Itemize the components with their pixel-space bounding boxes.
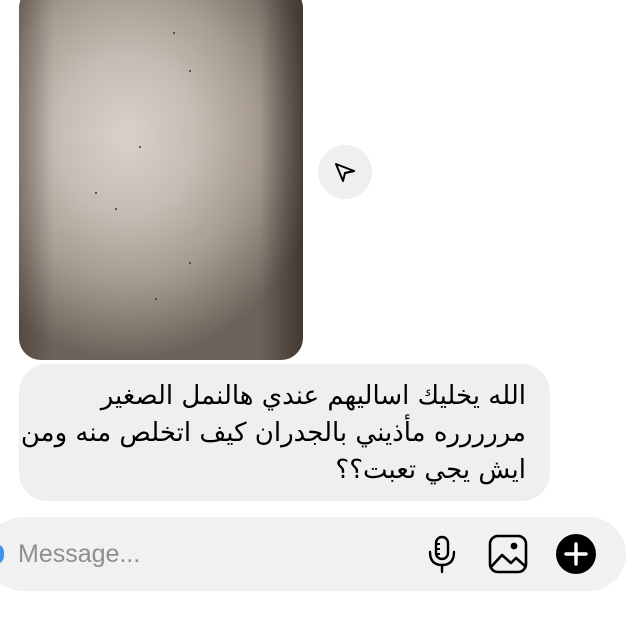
message-composer <box>0 517 626 591</box>
plus-icon <box>556 534 596 574</box>
send-arrow-icon <box>335 163 355 182</box>
text-message-bubble[interactable]: الله يخليك اساليهم عندي هالنمل الصغير مر… <box>19 364 550 501</box>
photo-speck <box>155 298 157 300</box>
add-button[interactable] <box>554 532 598 576</box>
photo-speck <box>189 262 191 264</box>
message-line: الله يخليك اساليهم عندي هالنمل الصغير <box>100 381 526 411</box>
microphone-button[interactable] <box>420 532 464 576</box>
message-line: ايش يجي تعبت؟؟ <box>335 455 526 485</box>
gallery-icon <box>488 534 528 574</box>
gallery-button[interactable] <box>486 532 530 576</box>
photo-speck <box>173 32 175 34</box>
message-line: مررررره مأذيني بالجدران كيف اتخلص منه وم… <box>20 418 526 448</box>
photo-speck <box>115 208 117 210</box>
photo-speck <box>189 70 191 72</box>
photo-shading <box>19 0 303 360</box>
photo-message[interactable] <box>19 0 303 360</box>
chat-screen: الله يخليك اساليهم عندي هالنمل الصغير مر… <box>0 0 640 640</box>
text-message: الله يخليك اساليهم عندي هالنمل الصغير مر… <box>20 378 526 489</box>
photo-speck <box>95 192 97 194</box>
message-input[interactable] <box>18 537 398 571</box>
photo-speck <box>139 146 141 148</box>
camera-button-edge[interactable] <box>0 544 4 564</box>
microphone-icon <box>428 535 456 574</box>
share-button[interactable] <box>318 145 372 199</box>
